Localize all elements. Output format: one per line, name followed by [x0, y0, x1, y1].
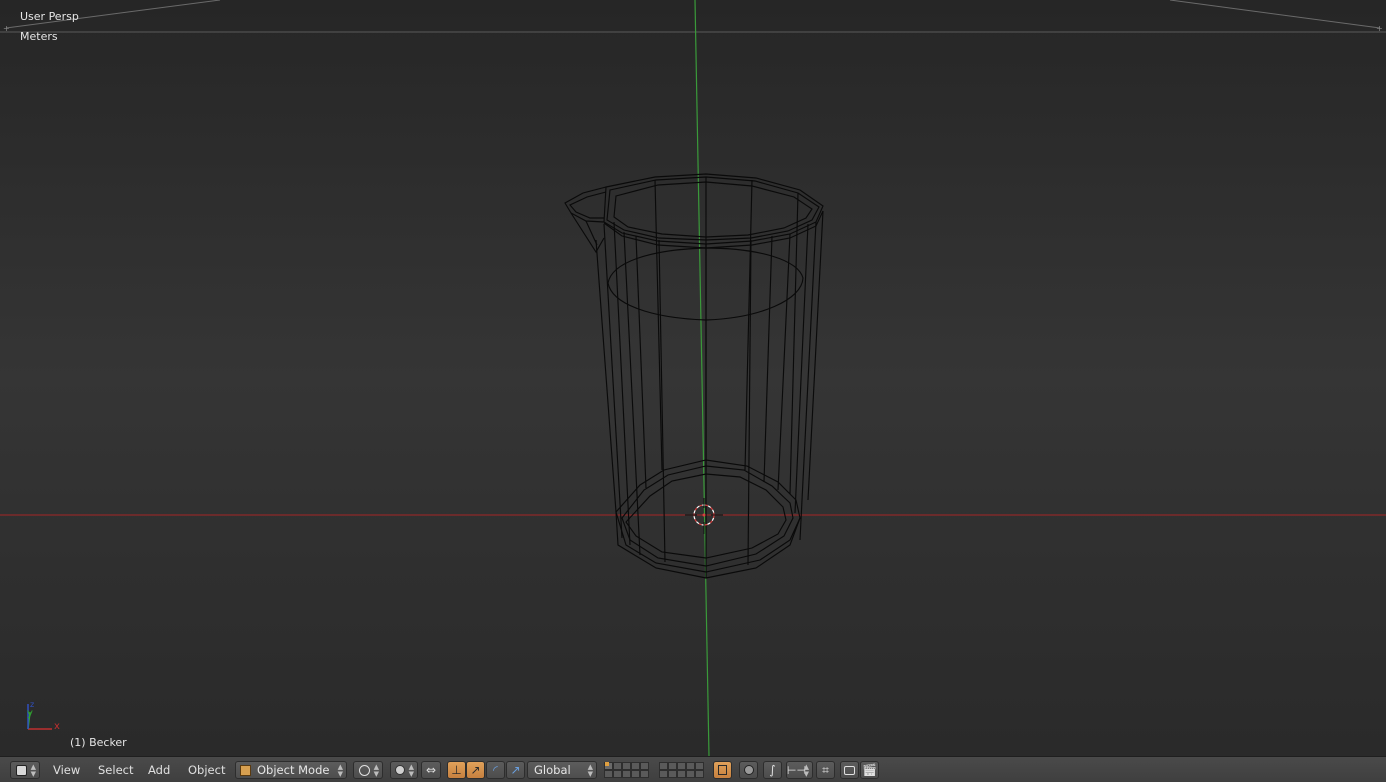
- scale-manipulator-button[interactable]: ◜: [486, 761, 505, 779]
- gizmo-y-label: y: [27, 708, 33, 719]
- proportional-edit-icon: [743, 765, 754, 775]
- layer-18[interactable]: [677, 770, 686, 778]
- units-label: Meters: [20, 30, 58, 43]
- orientation-dropdown[interactable]: Global ▲ ▼: [527, 761, 597, 779]
- proportional-edit-button[interactable]: [739, 761, 758, 779]
- layer-3[interactable]: [622, 762, 631, 770]
- object-cube-icon: [240, 764, 251, 776]
- layer-17[interactable]: [668, 770, 677, 778]
- falloff-icon: ∫: [769, 763, 776, 777]
- layers-group-2[interactable]: [659, 762, 704, 778]
- pivot-point-icon: [395, 765, 405, 775]
- mode-label: Object Mode: [257, 763, 330, 777]
- region-edges: + +: [0, 0, 1386, 33]
- svg-text:+: +: [3, 24, 10, 33]
- viewport-scene: + + x y z: [0, 0, 1386, 756]
- layer-20[interactable]: [695, 770, 704, 778]
- viewport-shading-button[interactable]: ▲ ▼: [353, 761, 383, 779]
- gizmo-x-label: x: [54, 721, 60, 732]
- layers-group-1[interactable]: [604, 762, 649, 778]
- menu-view[interactable]: View: [48, 761, 85, 779]
- 3d-cursor[interactable]: [685, 498, 723, 534]
- rotate-icon: ↗: [470, 763, 481, 777]
- layer-5[interactable]: [640, 762, 649, 770]
- axis-gizmo: x y z: [27, 700, 60, 732]
- layer-11[interactable]: [604, 770, 613, 778]
- layer-8[interactable]: [677, 762, 686, 770]
- svg-text:+: +: [1376, 24, 1383, 33]
- falloff-button[interactable]: ∫: [763, 761, 782, 779]
- layer-4[interactable]: [631, 762, 640, 770]
- scale-icon: ◜: [493, 763, 498, 777]
- arrow-icon: ↗: [510, 763, 521, 777]
- snap-button[interactable]: ⊢⊣ ▲ ▼: [786, 761, 813, 779]
- transform-extra-button[interactable]: ↗: [506, 761, 525, 779]
- shading-sphere-icon: [358, 764, 370, 776]
- snap-target-icon: ⌗: [822, 762, 829, 777]
- layer-12[interactable]: [613, 770, 622, 778]
- 3d-viewport[interactable]: + + x y z User Persp Meters (1) Becker: [0, 0, 1386, 756]
- opengl-anim-icon: 🎬︎: [861, 763, 878, 777]
- y-axis-line: [694, 0, 710, 756]
- active-object-label: (1) Becker: [70, 736, 127, 749]
- opengl-anim-button[interactable]: 🎬︎: [860, 761, 879, 779]
- rotate-manipulator-button[interactable]: ↗: [466, 761, 485, 779]
- manipulator-toggle-button[interactable]: ⇔: [421, 761, 441, 779]
- snap-target-button[interactable]: ⌗: [816, 761, 835, 779]
- menu-object[interactable]: Object: [183, 761, 230, 779]
- lock-camera-button[interactable]: [713, 761, 732, 779]
- layer-7[interactable]: [668, 762, 677, 770]
- layer-2[interactable]: [613, 762, 622, 770]
- mode-dropdown[interactable]: Object Mode ▲ ▼: [235, 761, 347, 779]
- layer-10[interactable]: [695, 762, 704, 770]
- opengl-render-icon: [844, 765, 855, 775]
- layer-13[interactable]: [622, 770, 631, 778]
- translate-icon: ⊥: [451, 763, 462, 777]
- pivot-point-button[interactable]: ▲ ▼: [390, 761, 418, 779]
- 3d-view-icon: [15, 764, 27, 776]
- layer-9[interactable]: [686, 762, 695, 770]
- lock-camera-icon: [718, 765, 727, 775]
- editor-type-button[interactable]: ▲ ▼: [10, 761, 40, 779]
- view-type-label: User Persp: [20, 10, 79, 23]
- layer-1[interactable]: [604, 762, 613, 770]
- opengl-render-button[interactable]: [840, 761, 859, 779]
- layer-15[interactable]: [640, 770, 649, 778]
- layer-16[interactable]: [659, 770, 668, 778]
- gizmo-z-label: z: [30, 700, 34, 709]
- menu-add[interactable]: Add: [143, 761, 175, 779]
- layer-6[interactable]: [659, 762, 668, 770]
- layer-14[interactable]: [631, 770, 640, 778]
- menu-select[interactable]: Select: [93, 761, 138, 779]
- 3d-view-header: ▲ ▼ View Select Add Object Object Mode ▲ ▼…: [0, 756, 1386, 782]
- orientation-label: Global: [534, 763, 571, 777]
- manipulator-toggle-icon: ⇔: [425, 763, 437, 777]
- layer-19[interactable]: [686, 770, 695, 778]
- translate-manipulator-button[interactable]: ⊥: [447, 761, 466, 779]
